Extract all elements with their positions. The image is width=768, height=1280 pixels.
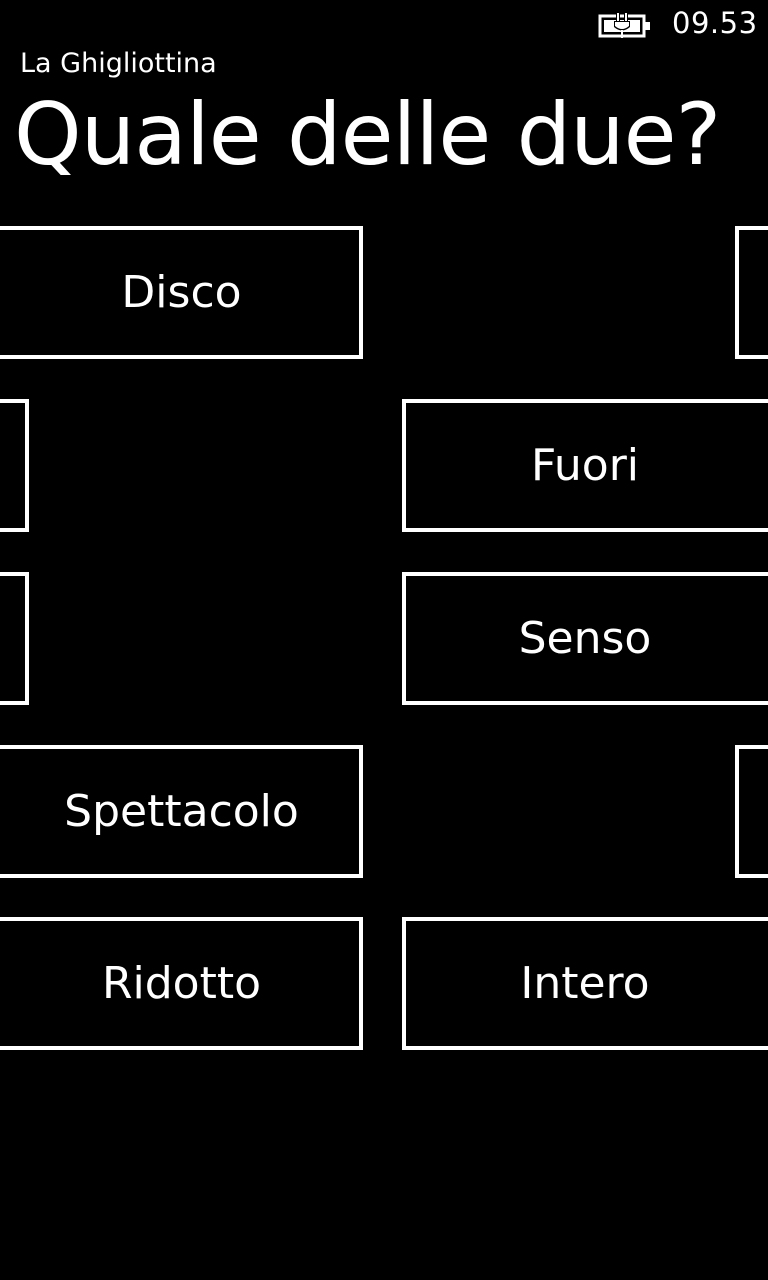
word-tile-label: Ridotto: [101, 958, 262, 1009]
word-tile-left-3[interactable]: [0, 572, 29, 705]
word-tile-right-3[interactable]: Senso: [402, 572, 768, 705]
page-title: Quale delle due?: [14, 85, 721, 185]
word-tile-right-2[interactable]: Fuori: [402, 399, 768, 532]
word-tile-label: Senso: [518, 613, 652, 664]
word-tile-label: Fuori: [530, 440, 640, 491]
word-tile-right-1[interactable]: [735, 226, 768, 359]
status-clock: 09.53: [672, 6, 758, 40]
word-tile-right-4[interactable]: [735, 745, 768, 878]
battery-charging-icon: [598, 12, 652, 40]
word-tile-label: Disco: [121, 267, 242, 318]
status-bar: 09.53: [0, 0, 768, 48]
word-tile-label: Spettacolo: [64, 786, 299, 837]
word-tile-label: Intero: [520, 958, 650, 1009]
app-title: La Ghigliottina: [20, 48, 217, 79]
word-tile-left-2[interactable]: [0, 399, 29, 532]
word-tile-left-1[interactable]: Disco: [0, 226, 363, 359]
word-tile-left-4[interactable]: Spettacolo: [0, 745, 363, 878]
word-tile-left-5[interactable]: Ridotto: [0, 917, 363, 1050]
word-tile-right-5[interactable]: Intero: [402, 917, 768, 1050]
